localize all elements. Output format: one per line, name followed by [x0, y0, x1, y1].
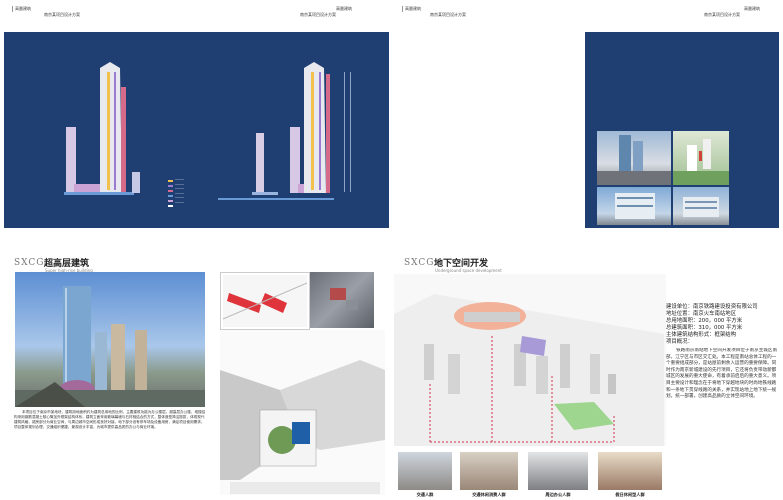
- highrise-description: 本项目位于南京市某地块，建筑用地面积约为建筑总用地的比例，主要建筑功能为办公楼层…: [14, 410, 206, 429]
- elevation-page: 高層建筑 南京某项目设计方案 高層建筑 南京某项目设计方案 一一一 一一一 一一…: [0, 0, 389, 246]
- axonometric-drawing: [394, 274, 666, 446]
- caption-traffic: 交通人群: [416, 492, 434, 497]
- header-right-title: 高層建筑: [336, 6, 352, 11]
- renderings-page: 高層建筑 南京某项目设计方案 高層建筑 南京某项目设计方案: [394, 0, 783, 246]
- caption-leisure: 交通休闲消费人群: [472, 492, 506, 497]
- header-left-title: 高層建筑: [402, 6, 421, 12]
- info-line: 总用地面积：200，000 平方米: [666, 318, 743, 324]
- header-note-left: 南京某项目设计方案: [44, 12, 80, 17]
- legend-item: 一一一: [175, 196, 185, 200]
- info-line: 主体建筑结构形式：框架结构: [666, 332, 737, 338]
- highrise-page: SXCG 超高层建筑 Super high-rise building 本项目位…: [0, 252, 389, 500]
- legend-item: 一一一: [175, 187, 185, 191]
- rendering-podium-view: [597, 187, 671, 225]
- elevation-panel: 一一一 一一一 一一一 一一一 一一一 一一一: [4, 32, 389, 228]
- project-description: 铁路南京南站地下空间开发项目位于南京主城区南部，江宁区与市区交汇处。本工程是南站…: [666, 348, 778, 400]
- header-note-right: 南京某项目设计方案: [300, 12, 336, 17]
- elevation-legend: 一一一 一一一 一一一 一一一 一一一 一一一: [175, 178, 184, 205]
- photo-leisure-shoppers: [460, 452, 518, 490]
- elevation-drawing: [64, 62, 351, 207]
- rendering-tower-view: [597, 131, 671, 185]
- photo-office-workers: [528, 452, 588, 490]
- master-plan: [220, 330, 385, 495]
- renderings-panel: [585, 32, 779, 228]
- rendering-aerial-view: [673, 131, 729, 185]
- header-note-right: 南京某项目设计方案: [704, 12, 740, 17]
- sxcg-logo: SXCG: [404, 258, 435, 268]
- aerial-photo: [310, 272, 374, 328]
- section-subtitle: Underground space development: [435, 268, 502, 273]
- legend-item: 一一一: [175, 200, 185, 205]
- header-note-left: 南京某项目设计方案: [430, 12, 466, 17]
- header-right-title: 高層建筑: [744, 6, 760, 11]
- rendering-street-view: [673, 187, 729, 225]
- photo-traffic-crowd: [398, 452, 452, 490]
- info-line: 项目概况：: [666, 339, 693, 345]
- project-info: 建设单位：南京铁路建设投资有限公司 地址位置：南京火车南站地区 总用地面积：20…: [666, 304, 780, 346]
- highrise-rendering: [15, 272, 205, 407]
- sxcg-logo: SXCG: [14, 258, 45, 268]
- photo-holiday-crowd: [598, 452, 662, 490]
- site-plan-diagram: [220, 272, 310, 330]
- caption-holiday: 假日休闲型人群: [615, 492, 645, 497]
- caption-office: 周边办公人群: [545, 492, 571, 497]
- legend-item: 一一一: [175, 178, 185, 182]
- underground-page: SXCG 地下空间开发 Underground space developmen…: [394, 252, 783, 500]
- info-line: 地址位置：南京火车南站地区: [666, 311, 737, 317]
- info-line: 建设单位：南京铁路建设投资有限公司: [666, 304, 758, 310]
- info-line: 总建筑面积：310，000 平方米: [666, 325, 743, 331]
